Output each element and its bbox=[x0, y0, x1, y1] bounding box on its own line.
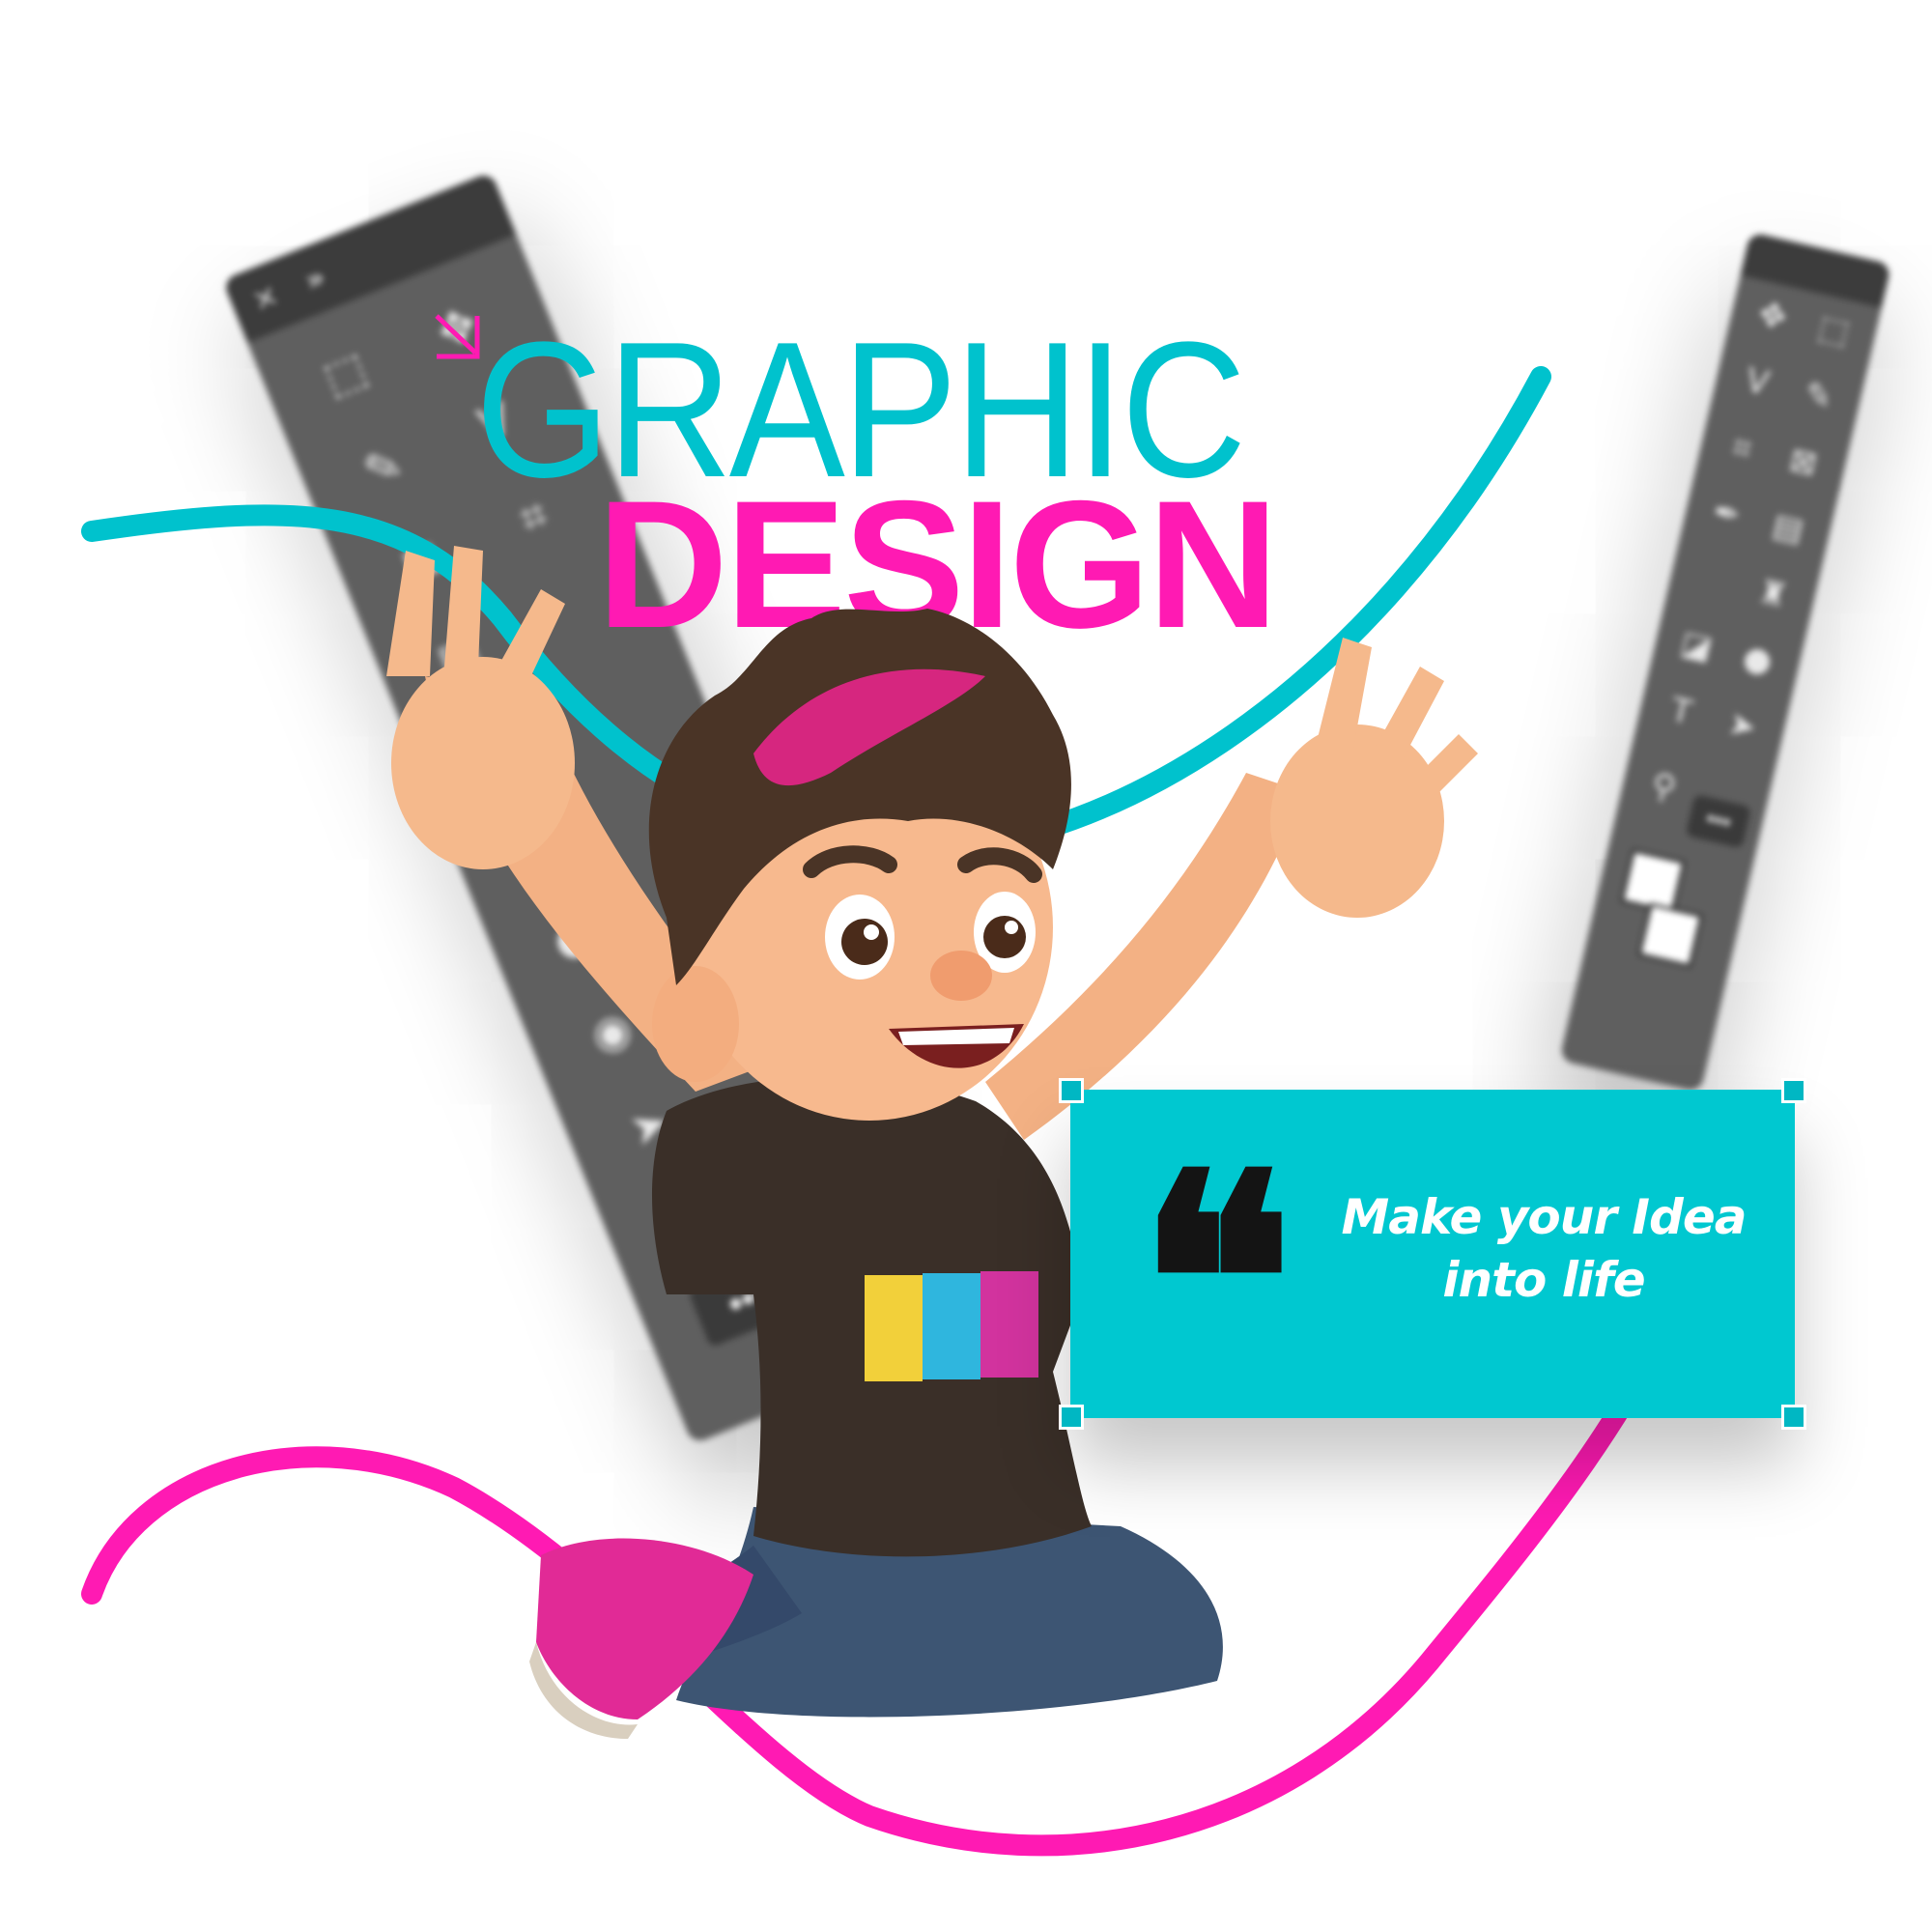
card-corner-handle bbox=[1059, 1405, 1084, 1430]
ear bbox=[652, 966, 739, 1082]
shirt-stripe-cyan bbox=[923, 1273, 980, 1379]
quote-text-line1: Make your Idea bbox=[1341, 1189, 1747, 1245]
left-hand bbox=[391, 657, 575, 869]
cartoon-boy-illustration bbox=[386, 546, 1478, 1739]
shirt-stripe-yellow bbox=[865, 1275, 923, 1381]
right-hand bbox=[1270, 724, 1444, 918]
shirt-stripe-magenta bbox=[980, 1271, 1038, 1378]
quote-card: ❝ Make your Idea into life bbox=[1059, 1078, 1806, 1430]
card-corner-handle bbox=[1059, 1078, 1084, 1103]
card-corner-handle bbox=[1781, 1078, 1806, 1103]
quote-text-line2: into life bbox=[1442, 1252, 1645, 1308]
quote-icon: ❝ bbox=[1138, 1110, 1294, 1451]
card-corner-handle bbox=[1781, 1405, 1806, 1430]
quote-text: Make your Idea into life bbox=[1317, 1186, 1771, 1312]
poster-canvas: ✕ » ⬚ ✥ ✎ ᐯ ⊠ ⌗ ▤ ♜ ◪ ● ◉ ➤ ✋ ⚲ ••• ✥ ⬚ … bbox=[0, 0, 1932, 1932]
